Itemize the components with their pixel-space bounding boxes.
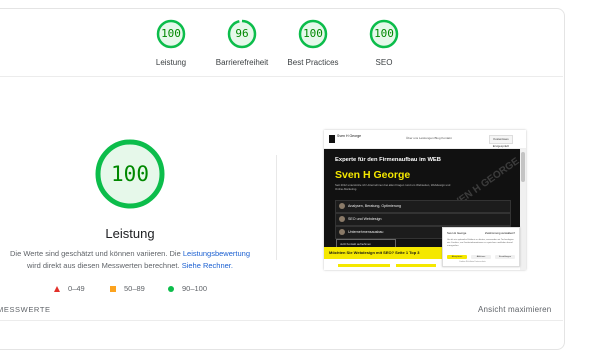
gauge-score: 96 — [235, 27, 249, 40]
hero-subtitle: Experte für den Firmenaufbau im WEB — [335, 157, 441, 163]
desc-text: wird direkt aus diesen Messwerten berech… — [27, 261, 182, 270]
scrollbar — [520, 149, 526, 270]
cookie-settings-button: Einstellungen — [495, 255, 515, 259]
cookie-title: Sven H George — [447, 231, 467, 235]
yellow-strip — [338, 264, 390, 267]
hero-title: Sven H George — [335, 169, 411, 181]
hero-paragraph: Seit 2012 unterstütze ich Unternehmen be… — [335, 183, 451, 191]
gauge-score: 100 — [303, 27, 323, 40]
divider — [0, 320, 563, 321]
cookie-accept-button: Akzeptieren — [447, 255, 467, 259]
service-label: SEO und Webdesign — [348, 217, 382, 221]
cookie-links: Cookie-Richtlinie Datenschutz — [459, 261, 486, 263]
banner-text: Möchten Sie Webdesign mit SEO? Seite 1 T… — [329, 250, 420, 255]
gauge-ring: 100 — [298, 19, 328, 49]
performance-gauge: 100 — [94, 138, 166, 210]
gauge-ring: 100 — [156, 19, 186, 49]
yellow-strip — [396, 264, 436, 267]
legend-range: 0–49 — [68, 284, 85, 293]
legend-range: 50–89 — [124, 284, 145, 293]
service-label: Unternehmensausbau — [348, 230, 384, 234]
calculator-link[interactable]: Siehe Rechner. — [182, 261, 233, 270]
gauge-seo[interactable]: 100 SEO — [334, 19, 434, 67]
cookie-heading: Zustimmung verwalten — [485, 231, 514, 235]
service-item: Analysen, Beratung, Optimierung — [335, 200, 511, 213]
cookie-text: Um dir ein optimales Erlebnis zu bieten,… — [447, 239, 514, 247]
avatar — [339, 216, 345, 222]
site-header: Sven H George Über uns Leistungen Blog K… — [324, 130, 526, 149]
score-legend: 0–49 50–89 90–100 — [54, 283, 224, 295]
metrics-section-header: MESSWERTE — [0, 305, 51, 314]
site-nav: Über uns Leistungen Blog Kontakt — [406, 136, 452, 140]
service-label: Analysen, Beratung, Optimierung — [348, 204, 401, 208]
performance-score: 100 — [111, 162, 149, 186]
service-item: SEO und Webdesign — [335, 213, 511, 226]
performance-title: Leistung — [105, 226, 155, 241]
divider — [276, 155, 277, 260]
avatar — [339, 229, 345, 235]
site-logo-icon — [329, 135, 335, 143]
cookie-deny-button: Ablehnen — [471, 255, 491, 259]
desc-text: Die Werte sind geschätzt und können vari… — [9, 249, 183, 258]
site-cta-button: Kostenloses Erstgespräch — [489, 135, 513, 148]
final-screenshot[interactable]: Sven H George Über uns Leistungen Blog K… — [324, 130, 526, 270]
triangle-icon — [54, 286, 60, 292]
circle-icon — [168, 286, 174, 292]
site-logo-text: Sven H George — [337, 134, 362, 138]
avatar — [339, 203, 345, 209]
performance-description: Die Werte sind geschätzt und können vari… — [5, 248, 255, 272]
gauge-ring: 100 — [369, 19, 399, 49]
close-icon: × — [513, 230, 516, 235]
square-icon — [110, 286, 116, 292]
gauge-score: 100 — [374, 27, 394, 40]
gauge-ring: 96 — [227, 19, 257, 49]
legend-range: 90–100 — [182, 284, 208, 293]
cookie-dialog: Sven H George Zustimmung verwalten × Um … — [442, 227, 520, 267]
gauge-label: SEO — [375, 58, 393, 67]
divider — [0, 76, 563, 77]
gauge-score: 100 — [161, 27, 181, 40]
performance-scoring-link[interactable]: Leistungsbewertung — [183, 249, 250, 258]
maximize-view-toggle[interactable]: Ansicht maximieren — [478, 305, 551, 314]
